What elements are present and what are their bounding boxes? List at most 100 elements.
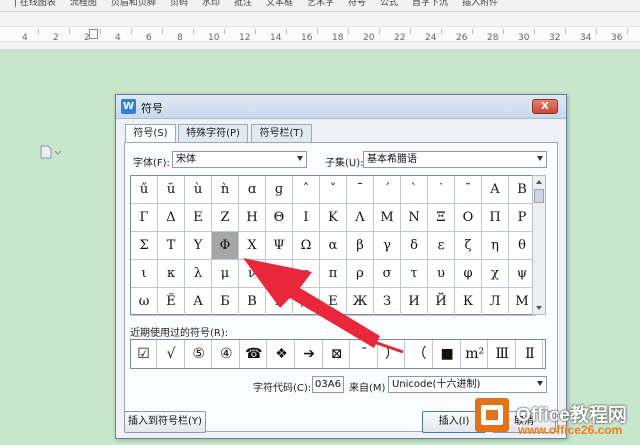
symbol-cell-selected[interactable]: Φ bbox=[212, 232, 239, 260]
symbol-cell[interactable]: Ε bbox=[185, 204, 212, 232]
symbol-cell[interactable]: γ bbox=[374, 232, 401, 260]
symbol-cell[interactable]: ˙ bbox=[428, 176, 455, 204]
ribbon-item[interactable]: 流程图 bbox=[70, 0, 97, 8]
symbol-cell[interactable]: Ψ bbox=[266, 232, 293, 260]
scroll-up-icon[interactable] bbox=[536, 180, 542, 184]
symbol-cell[interactable]: ˊ bbox=[374, 176, 401, 204]
recent-symbol-cell[interactable]: m² bbox=[462, 340, 489, 368]
symbol-cell[interactable]: υ bbox=[428, 260, 455, 288]
symbol-cell[interactable]: Χ bbox=[239, 232, 266, 260]
ribbon-item[interactable]: 艺术字 bbox=[307, 0, 334, 8]
insert-to-symbol-bar-button[interactable]: 插入到符号栏(Y) bbox=[124, 411, 206, 433]
symbol-cell[interactable]: Μ bbox=[374, 204, 401, 232]
symbol-cell[interactable]: ɑ bbox=[239, 176, 266, 204]
symbol-cell[interactable]: Τ bbox=[158, 232, 185, 260]
symbol-cell[interactable]: Π bbox=[482, 204, 509, 232]
ribbon-item[interactable]: 页码 bbox=[170, 0, 188, 8]
symbol-cell[interactable]: κ bbox=[158, 260, 185, 288]
symbol-cell[interactable]: И bbox=[401, 288, 428, 316]
encoding-select[interactable]: Unicode(十六进制) bbox=[388, 376, 547, 393]
symbol-cell[interactable]: Ж bbox=[347, 288, 374, 316]
symbol-cell[interactable]: π bbox=[320, 260, 347, 288]
recent-symbol-cell[interactable]: Ⅱ bbox=[517, 340, 544, 368]
recent-symbol-cell[interactable]: ☑ bbox=[131, 340, 157, 368]
tab-symbols[interactable]: 符号(S) bbox=[125, 124, 176, 144]
symbol-cell[interactable]: ν bbox=[239, 260, 266, 288]
symbol-cell[interactable]: Г bbox=[266, 288, 293, 316]
ribbon-item[interactable]: 公式 bbox=[380, 0, 398, 8]
tab-symbol-bar[interactable]: 符号栏(T) bbox=[251, 124, 312, 143]
document-page-icon[interactable] bbox=[40, 145, 62, 159]
symbol-cell[interactable]: ű bbox=[131, 176, 158, 204]
recent-symbol-cell[interactable]: ¯ bbox=[352, 340, 378, 368]
symbol-cell[interactable]: τ bbox=[401, 260, 428, 288]
symbol-cell[interactable]: Ι bbox=[293, 204, 320, 232]
recent-symbol-cell[interactable]: ➔ bbox=[297, 340, 323, 368]
recent-symbol-cell[interactable]: ⑤ bbox=[186, 340, 213, 368]
symbol-cell[interactable]: ˋ bbox=[401, 176, 428, 204]
symbol-cell[interactable]: Υ bbox=[185, 232, 212, 260]
symbol-cell[interactable]: А bbox=[185, 288, 212, 316]
symbol-cell[interactable]: ǹ bbox=[212, 176, 239, 204]
symbol-cell[interactable]: χ bbox=[482, 260, 509, 288]
symbol-cell[interactable]: ρ bbox=[347, 260, 374, 288]
recent-symbol-cell[interactable]: ④ bbox=[214, 340, 240, 368]
symbol-cell[interactable]: Η bbox=[239, 204, 266, 232]
recent-symbol-cell[interactable]: ■ bbox=[435, 340, 461, 368]
symbol-cell[interactable]: α bbox=[320, 232, 347, 260]
symbol-cell[interactable]: Й bbox=[428, 288, 455, 316]
symbol-cell[interactable]: Γ bbox=[131, 204, 158, 232]
symbol-cell[interactable]: ˉ bbox=[347, 176, 374, 204]
symbol-cell[interactable]: ɡ bbox=[266, 176, 293, 204]
ribbon-item[interactable]: 文本框 bbox=[266, 0, 293, 8]
symbol-cell[interactable]: Ο bbox=[455, 204, 482, 232]
char-code-input[interactable]: 03A6 bbox=[312, 376, 344, 393]
dialog-titlebar[interactable]: W 符号 X bbox=[116, 95, 566, 119]
symbol-cell[interactable]: Б bbox=[212, 288, 239, 316]
symbol-cell[interactable]: К bbox=[455, 288, 482, 316]
close-button[interactable]: X bbox=[532, 99, 558, 114]
symbol-cell[interactable]: ù bbox=[185, 176, 212, 204]
ribbon-item[interactable]: 页眉和页脚 bbox=[111, 0, 156, 8]
symbol-cell[interactable]: Κ bbox=[320, 204, 347, 232]
recent-symbol-cell[interactable]: ） bbox=[379, 340, 406, 368]
ribbon-item[interactable]: 首字下沉 bbox=[412, 0, 448, 8]
ribbon-item[interactable]: 批注 bbox=[234, 0, 252, 8]
ribbon-item[interactable]: | 在线图表 bbox=[14, 0, 56, 8]
scroll-down-icon[interactable] bbox=[536, 306, 542, 310]
font-select[interactable]: 宋体 bbox=[172, 151, 307, 168]
recent-symbol-cell[interactable]: ⊠ bbox=[324, 340, 351, 368]
symbol-cell[interactable]: Ξ bbox=[428, 204, 455, 232]
symbol-cell[interactable]: Ζ bbox=[212, 204, 239, 232]
symbol-cell[interactable]: μ bbox=[212, 260, 239, 288]
symbol-cell[interactable]: Л bbox=[482, 288, 509, 316]
scroll-thumb[interactable] bbox=[534, 189, 544, 203]
symbol-cell[interactable]: ω bbox=[131, 288, 158, 316]
symbol-grid-scrollbar[interactable] bbox=[532, 175, 546, 315]
symbol-cell[interactable]: ˜ bbox=[455, 176, 482, 204]
recent-symbol-cell[interactable]: Ⅲ bbox=[490, 340, 516, 368]
symbol-cell[interactable]: В bbox=[239, 288, 266, 316]
symbol-cell[interactable]: Σ bbox=[131, 232, 158, 260]
ribbon-item[interactable]: 符号 bbox=[348, 0, 366, 8]
symbol-cell[interactable]: ξ bbox=[266, 260, 293, 288]
symbol-cell[interactable]: ˆ bbox=[293, 176, 320, 204]
symbol-cell[interactable]: ι bbox=[131, 260, 158, 288]
symbol-cell[interactable]: η bbox=[482, 232, 509, 260]
symbol-cell[interactable]: З bbox=[374, 288, 401, 316]
symbol-cell[interactable]: φ bbox=[455, 260, 482, 288]
recent-symbol-cell[interactable]: ❖ bbox=[269, 340, 295, 368]
symbol-cell[interactable]: δ bbox=[401, 232, 428, 260]
symbol-cell[interactable]: Д bbox=[293, 288, 320, 316]
symbol-cell[interactable]: Е bbox=[320, 288, 347, 316]
symbol-cell[interactable]: Α bbox=[482, 176, 509, 204]
ribbon-item[interactable]: 水印 bbox=[202, 0, 220, 8]
symbol-cell[interactable]: Ё bbox=[158, 288, 185, 316]
subset-select[interactable]: 基本希腊语 bbox=[363, 151, 547, 168]
tab-special-chars[interactable]: 特殊字符(P) bbox=[178, 124, 248, 143]
symbol-cell[interactable]: ˇ bbox=[320, 176, 347, 204]
recent-symbol-cell[interactable]: ☎ bbox=[241, 340, 268, 368]
symbol-cell[interactable]: λ bbox=[185, 260, 212, 288]
symbol-cell[interactable]: Λ bbox=[347, 204, 374, 232]
symbol-cell[interactable]: ο bbox=[293, 260, 320, 288]
